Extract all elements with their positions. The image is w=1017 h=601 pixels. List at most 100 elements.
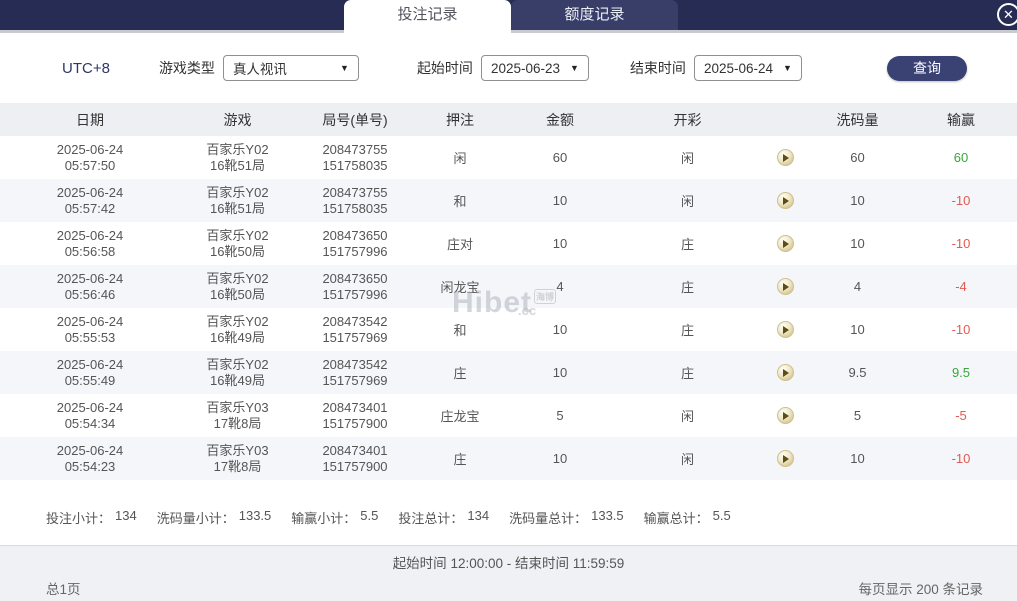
cell-bet: 和 [453,323,467,338]
cell-play [760,437,810,480]
cell-result: 闲 [680,151,694,166]
table-row: 2025-06-24 05:57:50 百家乐Y02 16靴51局 20847375… [0,136,1017,179]
header-round-number: 局号(单号) [322,111,388,128]
cell-winloss: -4 [955,279,967,294]
play-triangle-icon [783,282,789,291]
play-icon[interactable] [776,364,794,381]
cell-amount: 5 [556,408,564,423]
cell-round-number: 208473650 151757996 [322,227,388,259]
play-triangle-icon [783,454,789,463]
cell-bet: 庄 [453,452,467,467]
cell-bet: 和 [453,194,467,209]
cell-amount: 10 [552,365,568,380]
play-icon[interactable] [776,192,794,209]
play-icon[interactable] [776,321,794,338]
tab-bar: 投注记录 额度记录 [344,0,678,34]
tab-bet-records[interactable]: 投注记录 [344,0,511,34]
cell-rolling: 10 [850,193,865,208]
end-time-select[interactable]: 2025-06-24 ▼ [693,55,802,81]
per-page-info: 每页显示 200 条记录 [858,582,983,597]
cell-game: 百家乐Y02 16靴50局 [206,270,269,302]
play-triangle-icon [783,153,789,162]
header-rolling: 洗码量 [836,111,879,128]
cell-rolling: 5 [853,408,862,423]
top-bar: 投注记录 额度记录 ✕ [0,0,1017,34]
start-time-select[interactable]: 2025-06-23 ▼ [480,55,589,81]
start-time-label: 起始时间 [416,60,473,76]
cell-result: 庄 [680,323,694,338]
cell-rolling: 4 [853,279,862,294]
cell-play [760,179,810,222]
play-triangle-icon [783,325,789,334]
cell-date: 2025-06-24 05:54:34 [56,399,124,431]
header-game: 游戏 [223,111,252,128]
cell-bet: 庄龙宝 [440,409,480,424]
cell-play [760,265,810,308]
cell-date: 2025-06-24 05:57:50 [56,141,124,173]
header-amount: 金额 [546,111,574,128]
cell-date: 2025-06-24 05:55:49 [56,356,124,388]
play-triangle-icon [783,411,789,420]
play-icon[interactable] [776,149,794,166]
cell-winloss: 9.5 [951,365,971,380]
cell-rolling: 10 [850,236,865,251]
header-play [760,103,810,136]
table-row: 2025-06-24 05:56:46 百家乐Y02 16靴50局 20847365… [0,265,1017,308]
cell-game: 百家乐Y02 16靴49局 [206,356,269,388]
start-time-value: 2025-06-23 [490,60,560,76]
cell-round-number: 208473401 151757900 [322,442,388,474]
query-button[interactable]: 查询 [887,55,967,81]
cell-bet: 庄 [453,366,467,381]
cell-round-number: 208473542 151757969 [322,356,388,388]
timezone-label: UTC+8 [62,59,110,77]
table-row: 2025-06-24 05:54:34 百家乐Y03 17靴8局 208473401… [0,394,1017,437]
cell-result: 庄 [680,237,694,252]
cell-play [760,351,810,394]
cell-rolling: 9.5 [848,365,867,380]
table-row: 2025-06-24 05:55:53 百家乐Y02 16靴49局 20847354… [0,308,1017,351]
cell-round-number: 208473755 151758035 [322,184,388,216]
play-icon[interactable] [776,450,794,467]
cell-round-number: 208473542 151757969 [322,313,388,345]
summary-rolling-subtotal: 洗码量小计： 133.5 [156,508,272,526]
cell-bet: 庄对 [446,237,473,252]
play-icon[interactable] [776,278,794,295]
cell-rolling: 10 [850,322,865,337]
chevron-down-icon: ▼ [570,63,579,73]
tab-quota-records[interactable]: 额度记录 [511,0,678,30]
cell-play [760,136,810,179]
filter-bar: UTC+8 游戏类型 真人视讯 ▼ 起始时间 2025-06-23 ▼ 结束时间… [0,33,1017,103]
header-winloss: 输赢 [947,111,975,128]
footer-bar: 起始时间 12:00:00 - 结束时间 11:59:59 总1页 每页显示 2… [0,545,1017,601]
cell-result: 闲 [680,452,694,467]
time-range-note: 起始时间 12:00:00 - 结束时间 11:59:59 [392,556,625,571]
cell-game: 百家乐Y03 17靴8局 [206,442,269,474]
cell-result: 庄 [680,366,694,381]
cell-bet: 闲 [453,151,467,166]
game-type-value: 真人视讯 [232,62,287,77]
play-icon[interactable] [776,235,794,252]
close-icon[interactable]: ✕ [997,3,1017,26]
cell-date: 2025-06-24 05:54:23 [56,442,124,474]
game-type-select[interactable]: 真人视讯 ▼ [222,55,359,81]
cell-game: 百家乐Y02 16靴49局 [206,313,269,345]
summary-bet-total: 投注总计： 134 [398,508,490,526]
cell-amount: 4 [556,279,564,294]
cell-date: 2025-06-24 05:57:42 [56,184,124,216]
table-row: 2025-06-24 05:55:49 百家乐Y02 16靴49局 20847354… [0,351,1017,394]
cell-game: 百家乐Y02 16靴50局 [206,227,269,259]
page-count: 总1页 [46,582,81,597]
play-triangle-icon [783,239,789,248]
play-icon[interactable] [776,407,794,424]
cell-game: 百家乐Y02 16靴51局 [206,141,269,173]
play-triangle-icon [783,368,789,377]
cell-round-number: 208473755 151758035 [322,141,388,173]
cell-play [760,222,810,265]
cell-play [760,394,810,437]
cell-amount: 10 [552,451,568,466]
game-type-label: 游戏类型 [158,60,215,76]
cell-winloss: 60 [953,150,969,165]
chevron-down-icon: ▼ [783,63,792,73]
cell-game: 百家乐Y03 17靴8局 [206,399,269,431]
cell-bet: 闲龙宝 [440,280,480,295]
